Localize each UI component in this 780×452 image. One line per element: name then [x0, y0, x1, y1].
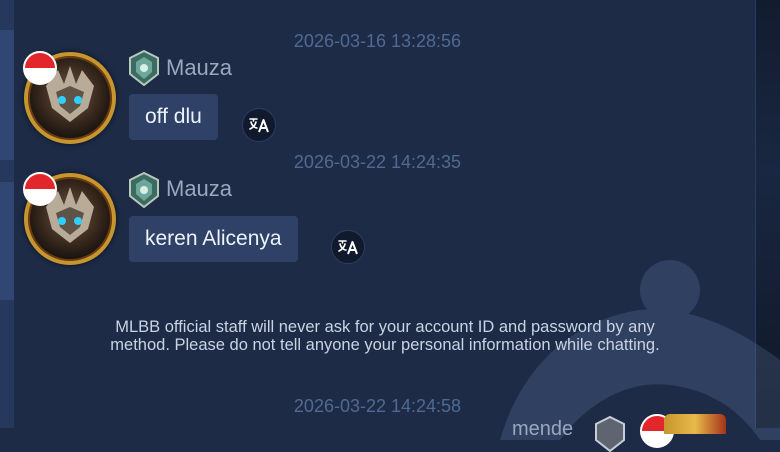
rank-badge-icon	[129, 50, 159, 86]
user-avatar-frame[interactable]	[664, 414, 726, 434]
translate-icon	[249, 118, 269, 133]
message-timestamp: 2026-03-16 13:28:56	[293, 31, 462, 51]
left-panel-segment	[0, 182, 14, 300]
indonesia-flag-icon	[23, 172, 57, 206]
username[interactable]: Mauza	[166, 176, 232, 202]
translate-button[interactable]	[331, 230, 365, 264]
translate-button[interactable]	[242, 108, 276, 142]
left-panel-edge	[0, 0, 14, 428]
username[interactable]: Mauza	[166, 55, 232, 81]
message-timestamp: 2026-03-22 14:24:58	[293, 396, 462, 416]
rank-badge-icon	[129, 172, 159, 208]
safety-notice: MLBB official staff will never ask for y…	[60, 318, 710, 354]
notice-line: MLBB official staff will never ask for y…	[115, 318, 655, 336]
translate-icon	[338, 240, 358, 255]
indonesia-flag-icon	[23, 51, 57, 85]
message-timestamp: 2026-03-22 14:24:35	[293, 152, 462, 172]
chat-message-bubble[interactable]: keren Alicenya	[129, 216, 298, 262]
notice-line: method. Please do not tell anyone your p…	[110, 336, 660, 354]
username[interactable]: mende	[512, 418, 573, 441]
rank-badge-icon	[595, 416, 625, 452]
chat-message-bubble[interactable]: off dlu	[129, 94, 218, 140]
